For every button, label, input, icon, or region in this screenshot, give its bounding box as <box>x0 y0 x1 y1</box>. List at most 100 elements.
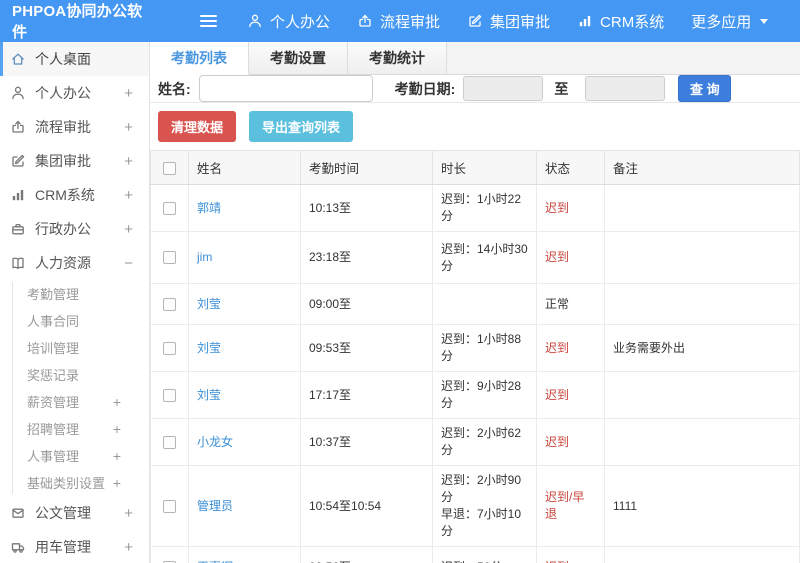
note-cell <box>604 184 800 232</box>
employee-name-link[interactable]: 刘莹 <box>197 341 221 355</box>
expand-plus-icon[interactable]: + <box>124 187 133 204</box>
nav-crm-system[interactable]: CRM系统 <box>577 11 664 32</box>
sidebar-subitem-salary-mgmt[interactable]: 薪资管理 + <box>0 388 149 415</box>
attendance-time: 23:18至 <box>300 231 433 284</box>
date-start-input[interactable] <box>463 76 544 101</box>
bar-chart-icon <box>577 13 593 29</box>
status-badge: 迟到 <box>536 371 605 419</box>
expand-plus-icon[interactable]: + <box>124 85 133 102</box>
sidebar-subitem-label: 基础类别设置 <box>27 476 106 491</box>
expand-plus-icon[interactable]: + <box>113 475 121 491</box>
sidebar-item-label: 个人办公 <box>35 85 91 101</box>
expand-plus-icon[interactable]: + <box>113 421 121 437</box>
status-badge: 迟到 <box>536 324 605 372</box>
tab-attendance-list[interactable]: 考勤列表 <box>150 42 249 75</box>
date-end-input[interactable] <box>585 76 666 101</box>
nav-group-approval[interactable]: 集团审批 <box>467 11 550 32</box>
date-to-label: 至 <box>554 80 569 97</box>
employee-name-link[interactable]: 小龙女 <box>197 435 233 449</box>
sidebar-item-workflow-approval[interactable]: 流程审批 + <box>0 110 149 144</box>
sidebar-subitem-training-mgmt[interactable]: 培训管理 <box>0 334 149 361</box>
edit-icon <box>467 13 483 29</box>
attendance-date-label: 考勤日期: <box>394 80 456 97</box>
col-header-note: 备注 <box>604 150 800 185</box>
sidebar-item-label: CRM系统 <box>35 187 95 203</box>
action-bar: 清理数据 导出查询列表 <box>150 103 800 150</box>
sidebar-subitem-label: 薪资管理 <box>27 395 80 410</box>
sidebar-item-group-approval[interactable]: 集团审批 + <box>0 144 149 178</box>
bar-chart-icon <box>10 187 26 203</box>
sidebar-item-document-mgmt[interactable]: 公文管理 + <box>0 496 149 530</box>
search-bar: 姓名: 考勤日期: 至 查 询 <box>150 75 800 103</box>
status-badge: 迟到 <box>536 546 605 563</box>
sidebar-item-label: 公文管理 <box>35 505 91 521</box>
expand-plus-icon[interactable]: + <box>124 153 133 170</box>
row-checkbox[interactable] <box>163 341 176 355</box>
employee-name-link[interactable]: 刘莹 <box>197 388 221 402</box>
collapse-minus-icon[interactable]: − <box>124 255 133 272</box>
home-icon <box>10 51 26 67</box>
row-checkbox[interactable] <box>163 388 176 402</box>
sidebar-item-crm-system[interactable]: CRM系统 + <box>0 178 149 212</box>
employee-name-link[interactable]: 王壹辉 <box>197 560 233 563</box>
table-row: 刘莹 17:17至 迟到：9小时28分 迟到 <box>150 371 800 419</box>
expand-plus-icon[interactable]: + <box>124 119 133 136</box>
note-cell <box>604 231 800 284</box>
nav-workflow-approval[interactable]: 流程审批 <box>357 11 440 32</box>
row-checkbox[interactable] <box>163 297 176 311</box>
attendance-time: 17:17至 <box>300 371 433 419</box>
row-checkbox[interactable] <box>163 201 176 215</box>
select-all-checkbox[interactable] <box>163 161 176 175</box>
employee-name-link[interactable]: jim <box>197 250 212 264</box>
expand-plus-icon[interactable]: + <box>124 539 133 556</box>
employee-name-link[interactable]: 郭靖 <box>197 201 221 215</box>
tab-attendance-stats[interactable]: 考勤统计 <box>348 42 447 74</box>
attendance-time: 09:00至 <box>300 283 433 325</box>
top-navigation: 个人办公 流程审批 集团审批 CRM系统 更多应用 <box>247 11 795 32</box>
nav-more-apps[interactable]: 更多应用 <box>691 11 769 32</box>
sidebar-subitem-personnel-mgmt[interactable]: 人事管理 + <box>0 442 149 469</box>
note-cell: 1111 <box>604 465 800 547</box>
sidebar-item-vehicle-mgmt[interactable]: 用车管理 + <box>0 530 149 563</box>
sidebar-item-admin-office[interactable]: 行政办公 + <box>0 212 149 246</box>
name-input[interactable] <box>198 75 373 102</box>
expand-plus-icon[interactable]: + <box>124 505 133 522</box>
hamburger-menu-icon[interactable] <box>200 12 217 30</box>
expand-plus-icon[interactable]: + <box>113 394 121 410</box>
employee-name-link[interactable]: 刘莹 <box>197 297 221 311</box>
note-cell <box>604 283 800 325</box>
sidebar-subitem-reward-punishment[interactable]: 奖惩记录 <box>0 361 149 388</box>
sidebar-subitem-label: 人事管理 <box>27 449 80 464</box>
expand-plus-icon[interactable]: + <box>113 448 121 464</box>
row-checkbox[interactable] <box>163 435 176 449</box>
row-checkbox[interactable] <box>163 499 176 513</box>
row-checkbox[interactable] <box>163 251 176 265</box>
user-icon <box>247 13 263 29</box>
expand-plus-icon[interactable]: + <box>124 221 133 238</box>
truck-icon <box>10 539 26 555</box>
sidebar: 个人桌面 个人办公 + 流程审批 + 集团审批 + CRM系统 + 行政办公 + <box>0 42 150 563</box>
status-badge: 正常 <box>536 283 605 325</box>
app-logo: PHPOA协同办公软件 <box>12 3 143 41</box>
sidebar-item-human-resources[interactable]: 人力资源 − <box>0 246 149 280</box>
sidebar-subitem-hr-contract[interactable]: 人事合同 <box>0 307 149 334</box>
nav-personal-office[interactable]: 个人办公 <box>247 11 330 32</box>
sidebar-item-personal-desktop[interactable]: 个人桌面 <box>0 42 149 76</box>
sidebar-subitem-base-category[interactable]: 基础类别设置 + <box>0 469 149 496</box>
sidebar-subitem-label: 考勤管理 <box>27 287 80 302</box>
sidebar-subitem-attendance-mgmt[interactable]: 考勤管理 <box>0 280 149 307</box>
sidebar-subitem-recruit-mgmt[interactable]: 招聘管理 + <box>0 415 149 442</box>
briefcase-icon <box>10 221 26 237</box>
nav-label: 更多应用 <box>691 13 752 31</box>
clean-data-button[interactable]: 清理数据 <box>158 111 237 142</box>
book-icon <box>10 255 26 271</box>
workflow-icon <box>10 119 26 135</box>
tab-attendance-settings[interactable]: 考勤设置 <box>249 42 348 74</box>
export-list-button[interactable]: 导出查询列表 <box>249 111 354 142</box>
status-badge: 迟到/早退 <box>536 465 605 547</box>
sidebar-item-personal-office[interactable]: 个人办公 + <box>0 76 149 110</box>
sidebar-item-label: 集团审批 <box>35 153 91 169</box>
note-cell: 业务需要外出 <box>604 324 800 372</box>
employee-name-link[interactable]: 管理员 <box>197 499 233 513</box>
query-button[interactable]: 查 询 <box>678 75 732 102</box>
